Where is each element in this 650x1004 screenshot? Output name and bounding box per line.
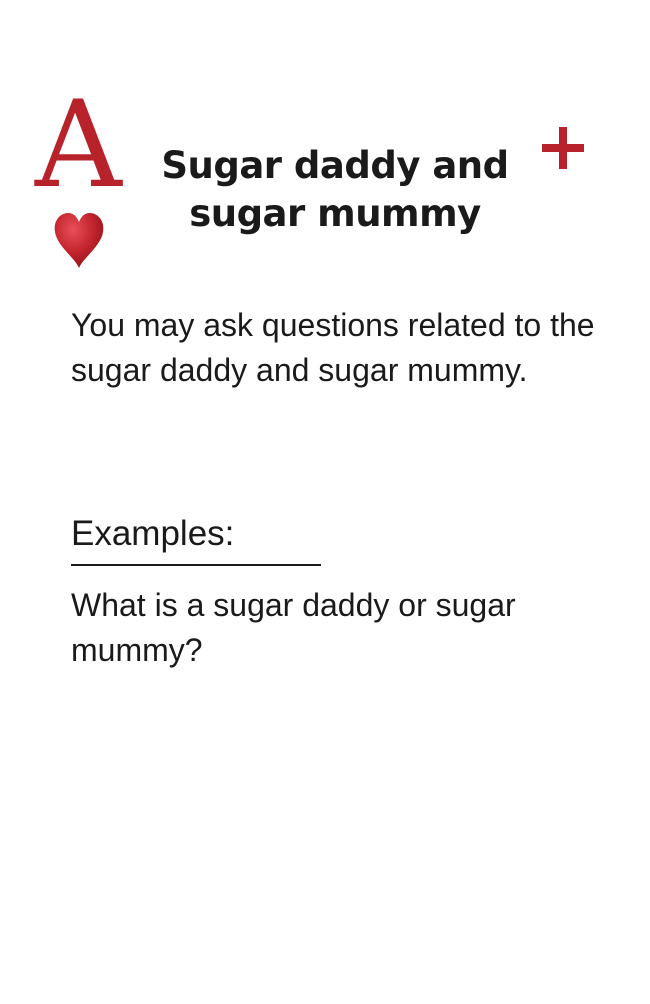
heart-icon xyxy=(54,213,104,268)
question-card: A Sugar daddy and sugar mummy You may as… xyxy=(0,0,650,1004)
card-description: You may ask questions related to the sug… xyxy=(71,307,595,388)
examples-underline xyxy=(71,564,321,566)
card-rank-letter: A xyxy=(35,76,122,215)
plus-icon xyxy=(542,127,584,169)
card-title-line-1: Sugar daddy and xyxy=(161,144,509,187)
card-title-line-2: sugar mummy xyxy=(189,192,481,235)
card-title: Sugar daddy and sugar mummy xyxy=(150,142,520,238)
example-question: What is a sugar daddy or sugar mummy? xyxy=(71,587,516,668)
examples-heading: Examples: xyxy=(71,514,235,553)
